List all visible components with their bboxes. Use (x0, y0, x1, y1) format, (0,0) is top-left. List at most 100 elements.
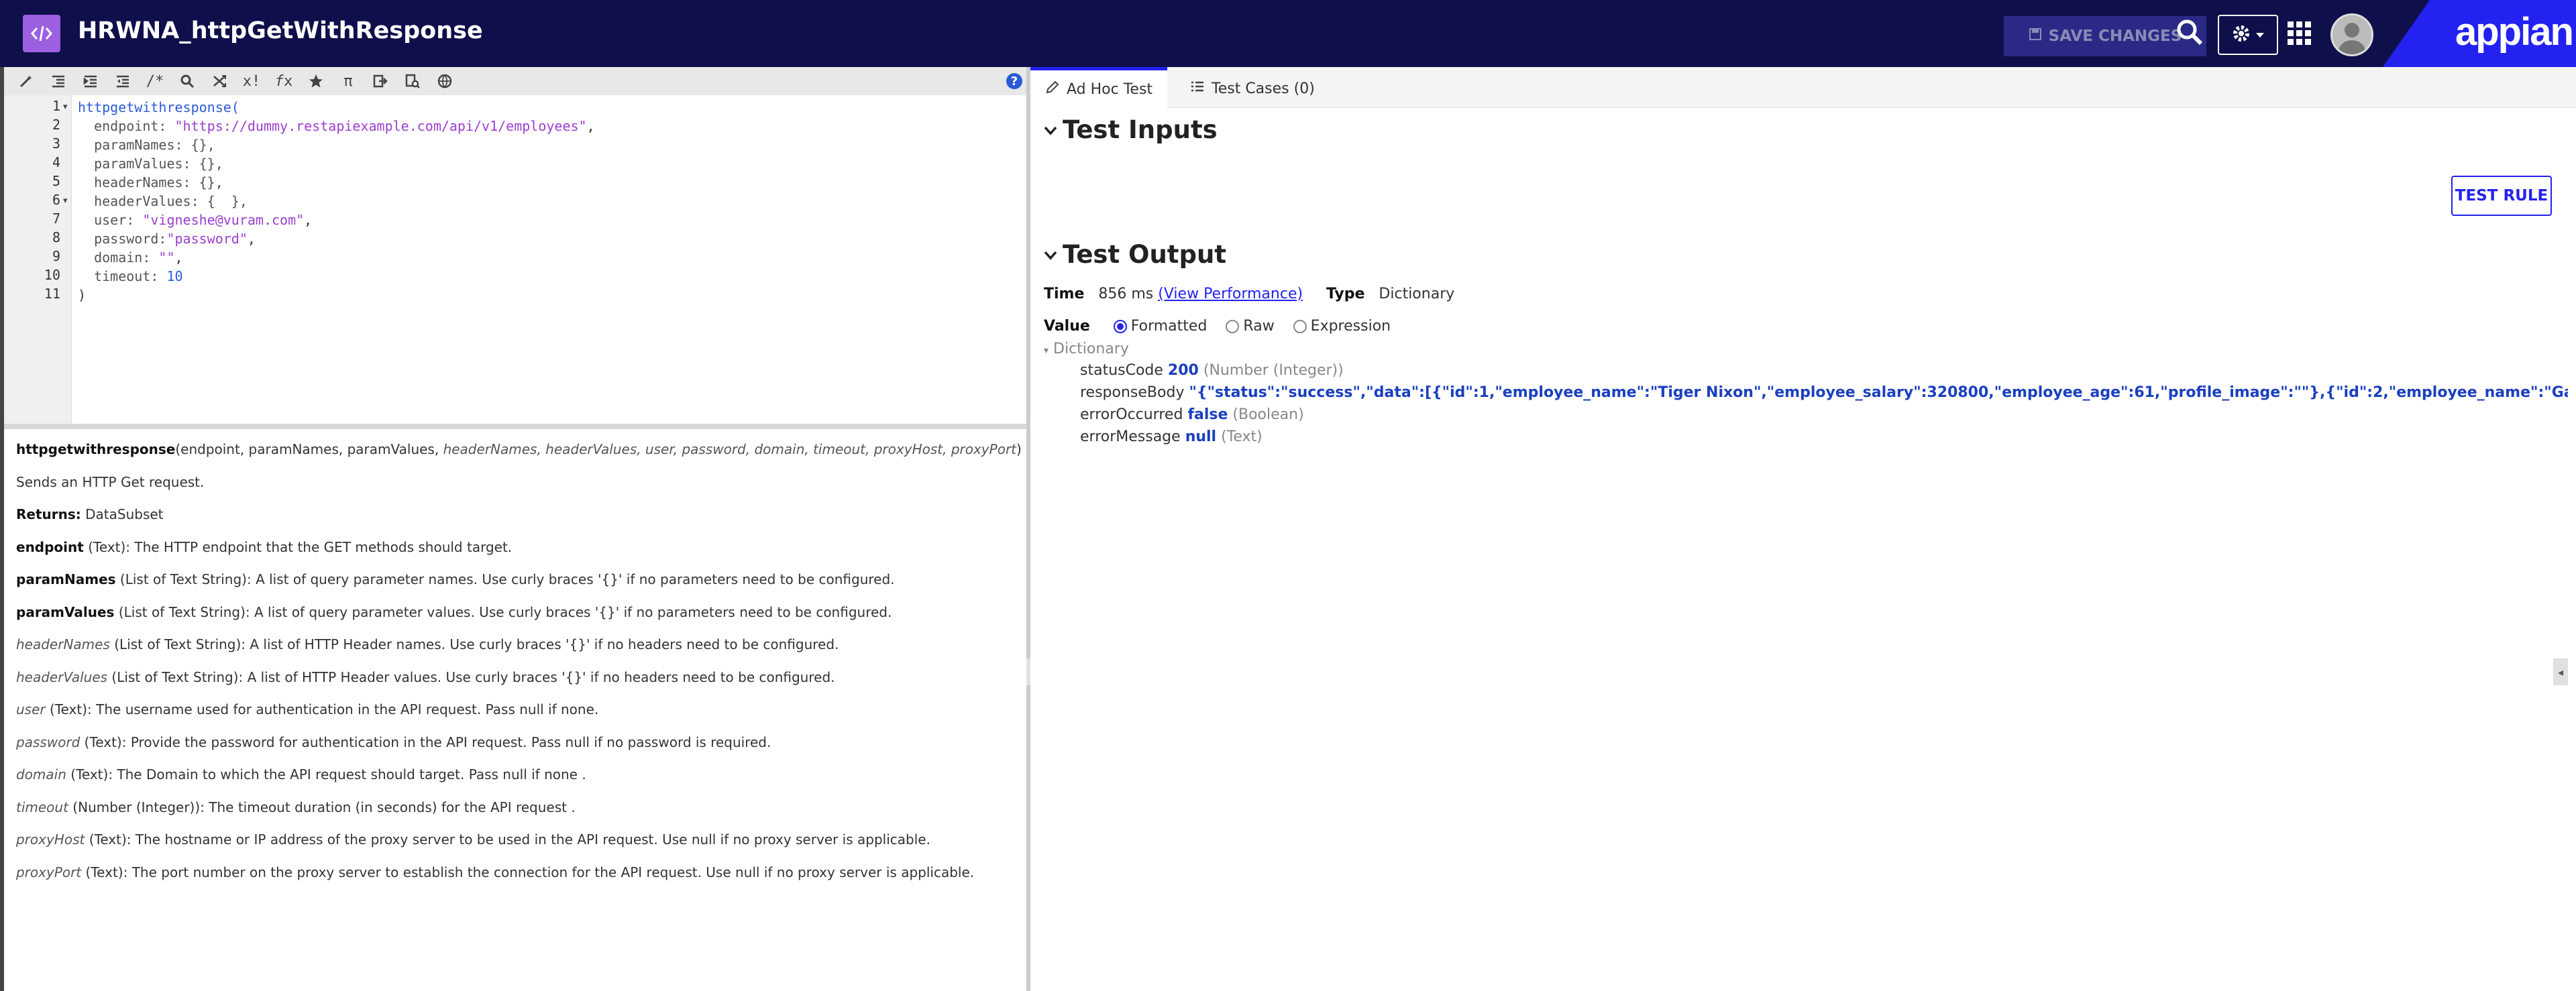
time-value: 856 ms (1098, 286, 1154, 302)
search-icon[interactable] (2175, 17, 2204, 50)
doc-param: proxyHost (Text): The hostname or IP add… (16, 831, 930, 848)
fold-toggle-icon[interactable]: ▾ (63, 196, 68, 206)
function-icon[interactable]: fx (274, 71, 294, 91)
field-key: errorOccurred (1080, 406, 1183, 423)
dictionary-tree-root[interactable]: ▾ Dictionary (1044, 341, 1129, 357)
doc-param: domain (Text): The Domain to which the A… (16, 766, 586, 782)
user-avatar[interactable] (2330, 13, 2373, 56)
line-number: 9 (52, 248, 60, 264)
list-icon (1190, 79, 1205, 98)
collapse-right-icon[interactable]: ◂ (2553, 658, 2568, 685)
doc-signature: httpgetwithresponse(endpoint, paramNames… (16, 441, 1022, 457)
line-number: 3 (52, 135, 60, 152)
tab-label: Test Cases (0) (1212, 80, 1315, 97)
comment-lines-icon[interactable] (48, 71, 68, 91)
outdent-icon[interactable] (113, 71, 133, 91)
format-wand-icon[interactable] (16, 71, 36, 91)
code-line: password:"password", (78, 231, 256, 247)
line-number-gutter: 1 ▾ 2 3 4 5 6 ▾ 7 8 9 10 11 (4, 95, 72, 424)
type-label: Type (1326, 286, 1365, 302)
value-row: Value Formatted Raw Expression (1044, 318, 1391, 335)
rule-title: HRWNA_httpGetWithResponse (78, 17, 483, 44)
field-key: errorMessage (1080, 428, 1181, 445)
local-variable-icon[interactable]: x! (241, 71, 262, 91)
test-output-header[interactable]: Test Output (1044, 240, 1226, 269)
editor-docs-splitter[interactable] (4, 424, 1026, 429)
field-value: "{"status":"success","data":[{"id":1,"em… (1189, 384, 2568, 401)
code-line: user: "vigneshe@vuram.com", (78, 212, 313, 228)
view-performance-link[interactable]: (View Performance) (1158, 286, 1303, 302)
save-changes-label: SAVE CHANGES (2048, 27, 2182, 45)
section-title: Test Inputs (1063, 115, 1218, 144)
code-line: timeout: 10 (78, 268, 183, 284)
top-header-bar: HRWNA_httpGetWithResponse SAVE CHANGES (0, 0, 2576, 67)
output-field-row: errorMessage null (Text) (1080, 428, 1263, 445)
output-field-row: errorOccurred false (Boolean) (1080, 406, 1304, 423)
field-value: false (1187, 406, 1228, 423)
line-number: 2 (52, 117, 60, 133)
chevron-down-icon (1044, 120, 1057, 140)
favorite-star-icon[interactable] (306, 71, 326, 91)
chevron-down-icon (2255, 29, 2265, 42)
code-line: headerNames: {}, (78, 174, 223, 190)
radio-button[interactable] (1226, 320, 1240, 333)
field-key: responseBody (1080, 384, 1185, 401)
line-number: 8 (52, 229, 60, 245)
indent-icon[interactable] (80, 71, 101, 91)
replace-icon[interactable] (209, 71, 229, 91)
code-line: paramNames: {}, (78, 137, 215, 153)
doc-returns: Returns: DataSubset (16, 506, 164, 522)
settings-menu-button[interactable] (2218, 15, 2278, 55)
find-icon[interactable] (177, 71, 197, 91)
value-label: Value (1044, 318, 1090, 335)
block-comment-icon[interactable]: /* (145, 71, 165, 91)
field-type: (Boolean) (1232, 406, 1304, 423)
gear-icon (2231, 23, 2251, 46)
line-number: 10 (44, 267, 60, 283)
tab-ad-hoc-test[interactable]: Ad Hoc Test (1030, 67, 1168, 108)
code-line: paramValues: {}, (78, 156, 223, 172)
field-value: null (1185, 428, 1217, 445)
field-key: statusCode (1080, 362, 1163, 379)
radio-button[interactable] (1293, 320, 1307, 333)
line-number: 7 (52, 211, 60, 227)
radio-formatted[interactable]: Formatted (1113, 318, 1207, 335)
doc-param: proxyPort (Text): The port number on the… (16, 864, 975, 880)
tab-test-cases[interactable]: Test Cases (0) (1175, 70, 1330, 107)
data-search-icon[interactable] (402, 71, 423, 91)
chevron-down-icon (1044, 245, 1057, 265)
radio-expression[interactable]: Expression (1293, 318, 1391, 335)
fold-toggle-icon[interactable]: ▾ (63, 102, 68, 112)
test-inputs-header[interactable]: Test Inputs (1044, 115, 1218, 144)
pencil-icon (1045, 80, 1060, 99)
test-pane: Ad Hoc Test Test Cases (0) (1030, 67, 2576, 991)
code-editor[interactable]: 1 ▾ 2 3 4 5 6 ▾ 7 8 9 10 11 httpgetwithr… (4, 95, 1026, 424)
time-row: Time 856 ms (View Performance) Type Dict… (1044, 286, 1454, 302)
line-number: 4 (52, 154, 60, 170)
test-tabs: Ad Hoc Test Test Cases (0) (1030, 67, 2576, 108)
constant-pi-icon[interactable]: π (338, 71, 358, 91)
time-label: Time (1044, 286, 1085, 302)
doc-param: user (Text): The username used for authe… (16, 701, 599, 717)
web-globe-icon[interactable] (435, 71, 455, 91)
code-line: ) (78, 287, 87, 303)
output-field-row: statusCode 200 (Number (Integer)) (1080, 362, 1344, 379)
appian-logo: appian (2455, 10, 2574, 54)
help-icon[interactable]: ? (1006, 73, 1022, 89)
code-line: endpoint: "https://dummy.restapiexample.… (78, 118, 595, 134)
doc-param: headerValues (List of Text String): A li… (16, 668, 835, 685)
field-value: 200 (1167, 362, 1199, 379)
radio-button[interactable] (1113, 320, 1127, 333)
apps-grid-icon[interactable] (2286, 20, 2313, 50)
line-number: 1 (52, 98, 60, 114)
test-rule-button[interactable]: TEST RULE (2451, 176, 2552, 216)
triangle-down-icon: ▾ (1044, 345, 1049, 356)
doc-description: Sends an HTTP Get request. (16, 473, 205, 490)
code-content[interactable]: httpgetwithresponse( endpoint: "https://… (78, 98, 595, 304)
doc-param: timeout (Number (Integer)): The timeout … (16, 799, 576, 815)
export-icon[interactable] (370, 71, 390, 91)
code-line: httpgetwithresponse( (78, 99, 239, 115)
expression-editor-pane: /* x! fx π ? 1 ▾ 2 3 4 5 6 ▾ 7 8 9 10 11… (0, 67, 1026, 991)
radio-raw[interactable]: Raw (1226, 318, 1275, 335)
line-number: 5 (52, 173, 60, 189)
